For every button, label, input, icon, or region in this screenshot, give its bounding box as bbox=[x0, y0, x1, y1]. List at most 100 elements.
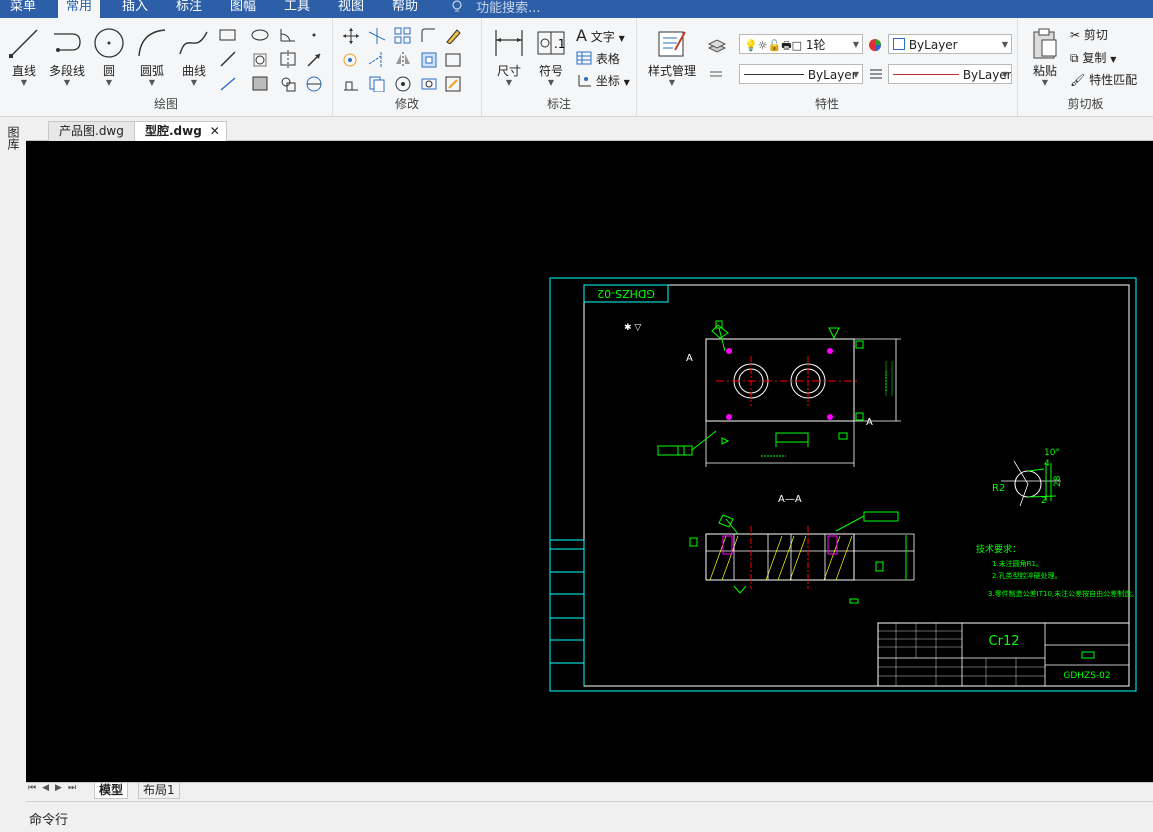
color-dropdown[interactable]: ByLayer ▼ bbox=[888, 34, 1012, 54]
ray-icon[interactable] bbox=[218, 74, 238, 92]
text-tool-button[interactable]: A 文字 ▼ bbox=[576, 26, 625, 45]
linetype-preview bbox=[744, 74, 804, 75]
trim-icon[interactable] bbox=[367, 26, 387, 44]
extend-icon[interactable] bbox=[367, 50, 387, 68]
document-tab-bar: 产品图.dwg 型腔.dwg ✕ bbox=[26, 118, 1153, 141]
copy-button[interactable]: ⧉ 复制 ▼ bbox=[1070, 49, 1116, 66]
draw-group-label: 绘图 bbox=[153, 97, 178, 111]
layout-tab-bar: ⏮◀▶⏭ 模型 布局1 bbox=[26, 782, 1153, 799]
coordinate-label: 坐标 bbox=[595, 74, 620, 88]
erase-icon[interactable] bbox=[443, 26, 463, 44]
table-icon bbox=[576, 51, 592, 65]
section-mark-left: A bbox=[686, 353, 693, 364]
hatch-icon[interactable] bbox=[250, 74, 270, 92]
offset-icon[interactable] bbox=[419, 50, 439, 68]
line-label: 直线 bbox=[11, 64, 36, 78]
paste-button[interactable]: 粘贴 ▼ bbox=[1026, 26, 1064, 87]
color-value: ByLayer bbox=[908, 38, 958, 52]
title-box: GDHZS-02 bbox=[583, 284, 669, 303]
copy-object-icon[interactable] bbox=[367, 74, 387, 92]
polyline-tool-button[interactable]: 多段线 ▼ bbox=[44, 26, 90, 87]
table-tool-button[interactable]: 表格 bbox=[576, 50, 620, 67]
arrow-icon[interactable] bbox=[304, 50, 324, 68]
arc-tool-button[interactable]: 圆弧 ▼ bbox=[134, 26, 170, 87]
style-manager-button[interactable]: 样式管理 ▼ bbox=[643, 26, 701, 87]
menu-bar: 菜单 常用 插入 标注 图幅 工具 视图 帮助 功能搜索... bbox=[0, 0, 1153, 18]
menu-item-home[interactable]: 常用 bbox=[58, 0, 101, 18]
tab-model[interactable]: 模型 bbox=[94, 783, 129, 799]
command-line-label: 命令行 bbox=[29, 813, 69, 828]
menu-item-sheet[interactable]: 图幅 bbox=[222, 0, 264, 18]
point-icon[interactable] bbox=[304, 26, 324, 44]
tech-note-1: 1.未注圆角R1。 bbox=[992, 559, 1043, 568]
fillet-icon[interactable] bbox=[419, 26, 439, 44]
tab-product-drawing[interactable]: 产品图.dwg bbox=[48, 121, 135, 141]
menu-item-help[interactable]: 帮助 bbox=[384, 0, 426, 18]
menu-item-menu[interactable]: 菜单 bbox=[2, 0, 44, 18]
rotate-icon[interactable] bbox=[341, 50, 361, 68]
block-icon[interactable] bbox=[278, 74, 298, 92]
drawing-canvas[interactable]: GDHZS-02 A A ✱ ▽ A—A 10° 4 R2 28 2 技术要求：… bbox=[26, 141, 1153, 782]
roughness-mark: ✱ ▽ bbox=[624, 323, 641, 333]
ellipse-icon[interactable] bbox=[250, 26, 270, 44]
corner-icon[interactable] bbox=[278, 26, 298, 44]
close-tab-icon[interactable]: ✕ bbox=[210, 122, 220, 140]
tech-title: 技术要求： bbox=[976, 543, 1021, 555]
library-side-tab[interactable]: 图库 bbox=[5, 126, 20, 150]
menu-item-view[interactable]: 视图 bbox=[330, 0, 372, 18]
curve-tool-button[interactable]: 曲线 ▼ bbox=[176, 26, 212, 87]
break-icon[interactable] bbox=[443, 74, 463, 92]
layer-dropdown[interactable]: 💡☼🔓🖶□ 1轮 ▼ bbox=[739, 34, 863, 54]
menu-item-tools[interactable]: 工具 bbox=[276, 0, 318, 18]
rectangle-icon[interactable] bbox=[218, 26, 238, 44]
region-icon[interactable] bbox=[250, 50, 270, 68]
line-tool-button[interactable]: 直线 ▼ bbox=[6, 26, 42, 87]
menu-item-insert[interactable]: 插入 bbox=[114, 0, 156, 18]
layout-nav-arrows[interactable]: ⏮◀▶⏭ bbox=[28, 783, 82, 793]
copy-icon: ⧉ bbox=[1070, 51, 1079, 65]
detail-dim-2: 28 bbox=[1053, 475, 1063, 487]
clipboard-group-label: 剪切板 bbox=[1067, 97, 1104, 111]
scale-icon[interactable] bbox=[341, 74, 361, 92]
style-manager-label: 样式管理 bbox=[647, 64, 696, 78]
boundary-icon[interactable] bbox=[304, 74, 324, 92]
layer-manager-icon[interactable] bbox=[707, 36, 727, 54]
command-line[interactable]: 命令行 bbox=[26, 801, 1153, 832]
mirror-icon[interactable] bbox=[393, 50, 413, 68]
lineweight-icon[interactable] bbox=[867, 65, 887, 83]
clipboard-group: 粘贴 ▼ ✂ 剪切 ⧉ 复制 ▼ 🖌 特性匹配 剪切板 bbox=[1018, 18, 1153, 116]
detail-radius: R2 bbox=[992, 483, 1005, 494]
paste-label: 粘贴 bbox=[1032, 64, 1057, 78]
tab-layout1[interactable]: 布局1 bbox=[138, 783, 180, 799]
linetype-dropdown[interactable]: ByLayer ▼ bbox=[739, 64, 863, 84]
cut-label: 剪切 bbox=[1083, 28, 1108, 42]
library-side-label: 图库 bbox=[6, 126, 20, 150]
coordinate-icon bbox=[578, 75, 591, 87]
tab-cavity-drawing[interactable]: 型腔.dwg ✕ bbox=[134, 121, 227, 141]
symbol-tool-button[interactable]: .1 符号 ▼ bbox=[534, 26, 568, 87]
move-icon[interactable] bbox=[341, 26, 361, 44]
coordinate-tool-button[interactable]: 坐标 ▼ bbox=[576, 72, 630, 89]
construction-line-icon[interactable] bbox=[218, 50, 238, 68]
linetype-icon[interactable] bbox=[707, 65, 727, 83]
color-wheel-icon[interactable] bbox=[867, 36, 887, 54]
explode-icon[interactable] bbox=[393, 74, 413, 92]
linetype-value: ByLayer bbox=[807, 68, 857, 82]
lineweight-dropdown[interactable]: ByLayer ▼ bbox=[888, 64, 1012, 84]
line-icon bbox=[9, 29, 38, 58]
array-icon[interactable] bbox=[393, 26, 413, 44]
chamfer-icon[interactable] bbox=[419, 74, 439, 92]
circle-tool-button[interactable]: 圆 ▼ bbox=[92, 26, 126, 87]
centerline-icon[interactable] bbox=[278, 50, 298, 68]
dimension-label: 尺寸 bbox=[496, 64, 521, 78]
front-view: A A ✱ ▽ bbox=[624, 320, 901, 467]
menu-item-annotate[interactable]: 标注 bbox=[168, 0, 210, 18]
stretch-icon[interactable] bbox=[443, 50, 463, 68]
spline-icon bbox=[179, 31, 208, 55]
dimension-tool-button[interactable]: 尺寸 ▼ bbox=[490, 26, 528, 87]
feature-search[interactable]: 功能搜索... bbox=[450, 0, 541, 18]
match-properties-button[interactable]: 🖌 特性匹配 bbox=[1070, 71, 1137, 88]
text-label: 文字 bbox=[590, 30, 615, 44]
cut-button[interactable]: ✂ 剪切 bbox=[1070, 26, 1108, 43]
table-label: 表格 bbox=[595, 52, 620, 66]
